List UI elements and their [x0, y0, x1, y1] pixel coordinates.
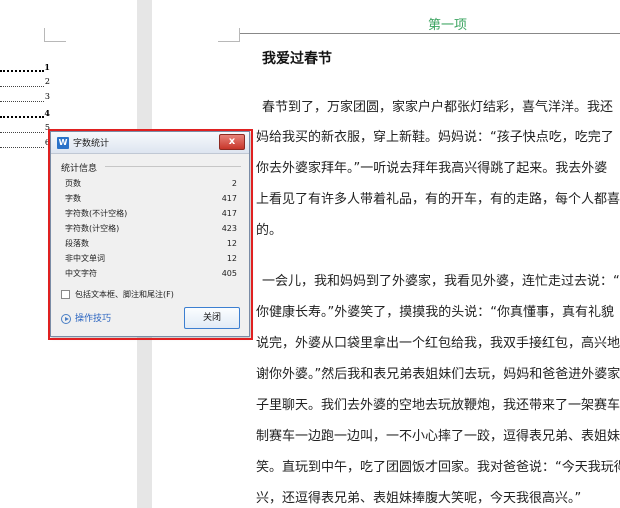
header-rule — [240, 33, 620, 34]
stat-row-chinese-chars: 中文字符 405 — [65, 267, 237, 281]
crop-mark — [44, 41, 66, 42]
toc-leader — [0, 147, 44, 148]
article-title: 我爱过春节 — [262, 51, 332, 67]
stat-label: 段落数 — [65, 239, 89, 248]
section-divider — [105, 166, 241, 167]
body-line: 笑。直玩到中午，吃了团圆饭才回家。我对爸爸说：“今天我玩得 — [256, 460, 620, 475]
toc-leader — [0, 132, 44, 133]
app-icon: W — [57, 137, 69, 149]
stat-label: 中文字符 — [65, 269, 97, 278]
body-line: 你健康长寿。”外婆笑了，摸摸我的头说：“你真懂事，真有礼貌 — [256, 305, 614, 320]
toc-leader — [0, 70, 44, 72]
toc-entry[interactable]: 2 — [0, 76, 50, 90]
body-line: 春节到了，万家团圆，家家户户都张灯结彩，喜气洋洋。我还 — [262, 100, 614, 115]
toc-leader — [0, 101, 44, 102]
stat-row-chars-no-spaces: 字符数(不计空格) 417 — [65, 207, 237, 221]
stat-label: 字符数(不计空格) — [65, 209, 128, 218]
close-button[interactable]: 关闭 — [184, 307, 240, 329]
body-line: 的。 — [256, 223, 283, 238]
toc-entry[interactable]: 3 — [0, 91, 50, 105]
dialog-title: 字数统计 — [73, 139, 110, 149]
body-line: 谢你外婆。”然后我和表兄弟表姐妹们去玩，妈妈和爸爸进外婆家 — [256, 367, 620, 382]
body-line: 妈给我买的新衣服，穿上新鞋。妈妈说：“孩子快点吃，吃完了 — [256, 130, 614, 145]
word-count-dialog: W 字数统计 x 统计信息 页数 2 字数 417 字符数(不计空格) 417 … — [50, 131, 250, 337]
stat-row-chars-with-spaces: 字符数(计空格) 423 — [65, 222, 237, 236]
include-footnotes-label[interactable]: 包括文本框、脚注和尾注(F) — [75, 289, 174, 300]
body-line: 兴，还逗得表兄弟、表姐妹捧腹大笑呢，今天我很高兴。” — [256, 491, 582, 506]
stat-value: 12 — [226, 239, 237, 248]
close-icon[interactable]: x — [219, 134, 245, 150]
tips-link-label[interactable]: 操作技巧 — [75, 312, 111, 326]
stat-value: 12 — [226, 254, 237, 263]
toc-page-number: 2 — [44, 77, 50, 86]
dialog-titlebar[interactable]: W 字数统计 x — [51, 132, 249, 154]
include-footnotes-checkbox[interactable] — [61, 290, 70, 299]
toc-leader — [0, 116, 44, 118]
stat-label: 字符数(计空格) — [65, 224, 120, 233]
stat-value: 405 — [221, 269, 237, 278]
body-line: 子里聊天。我们去外婆的空地去玩放鞭炮，我还带来了一架赛车， — [256, 398, 620, 413]
stat-value: 417 — [221, 209, 237, 218]
toc-page-number: 1 — [44, 62, 50, 72]
toc-entry[interactable]: 5 — [0, 122, 50, 136]
crop-mark — [218, 41, 240, 42]
stat-row-non-chinese-words: 非中文单词 12 — [65, 252, 237, 266]
crop-mark — [239, 28, 240, 42]
body-line: 一会儿，我和妈妈到了外婆家，我看见外婆，连忙走过去说：“ — [262, 274, 620, 289]
stats-section-label: 统计信息 — [61, 164, 98, 174]
toc-entry[interactable]: 1 — [0, 61, 50, 75]
play-circle-icon — [61, 314, 71, 324]
toc-page-number: 3 — [44, 92, 50, 101]
stat-label: 非中文单词 — [65, 254, 105, 263]
toc-entry[interactable]: 4 — [0, 107, 50, 121]
body-line: 你去外婆家拜年。”一听说去拜年我高兴得跳了起来。我去外婆 — [256, 161, 608, 176]
crop-mark — [44, 28, 45, 42]
stat-row-pages: 页数 2 — [65, 177, 237, 191]
stat-row-paragraphs: 段落数 12 — [65, 237, 237, 251]
toc-entry[interactable]: 6 — [0, 137, 50, 151]
stat-row-words: 字数 417 — [65, 192, 237, 206]
stat-label: 字数 — [65, 194, 81, 203]
toc-page-number: 4 — [44, 108, 50, 118]
body-line: 说完，外婆从口袋里拿出一个红包给我，我双手接红包，高兴地说 — [256, 336, 620, 351]
stat-label: 页数 — [65, 179, 81, 188]
body-line: 上看见了有许多人带着礼品，有的开车，有的走路，每个人都喜 — [256, 192, 620, 207]
body-line: 制赛车一边跑一边叫，一不小心摔了一跤，逗得表兄弟、表姐妹 — [256, 429, 620, 444]
stat-value: 423 — [221, 224, 237, 233]
toc-leader — [0, 86, 44, 87]
stat-value: 2 — [231, 179, 237, 188]
page-header-text: 第一项 — [428, 18, 468, 33]
stat-value: 417 — [221, 194, 237, 203]
